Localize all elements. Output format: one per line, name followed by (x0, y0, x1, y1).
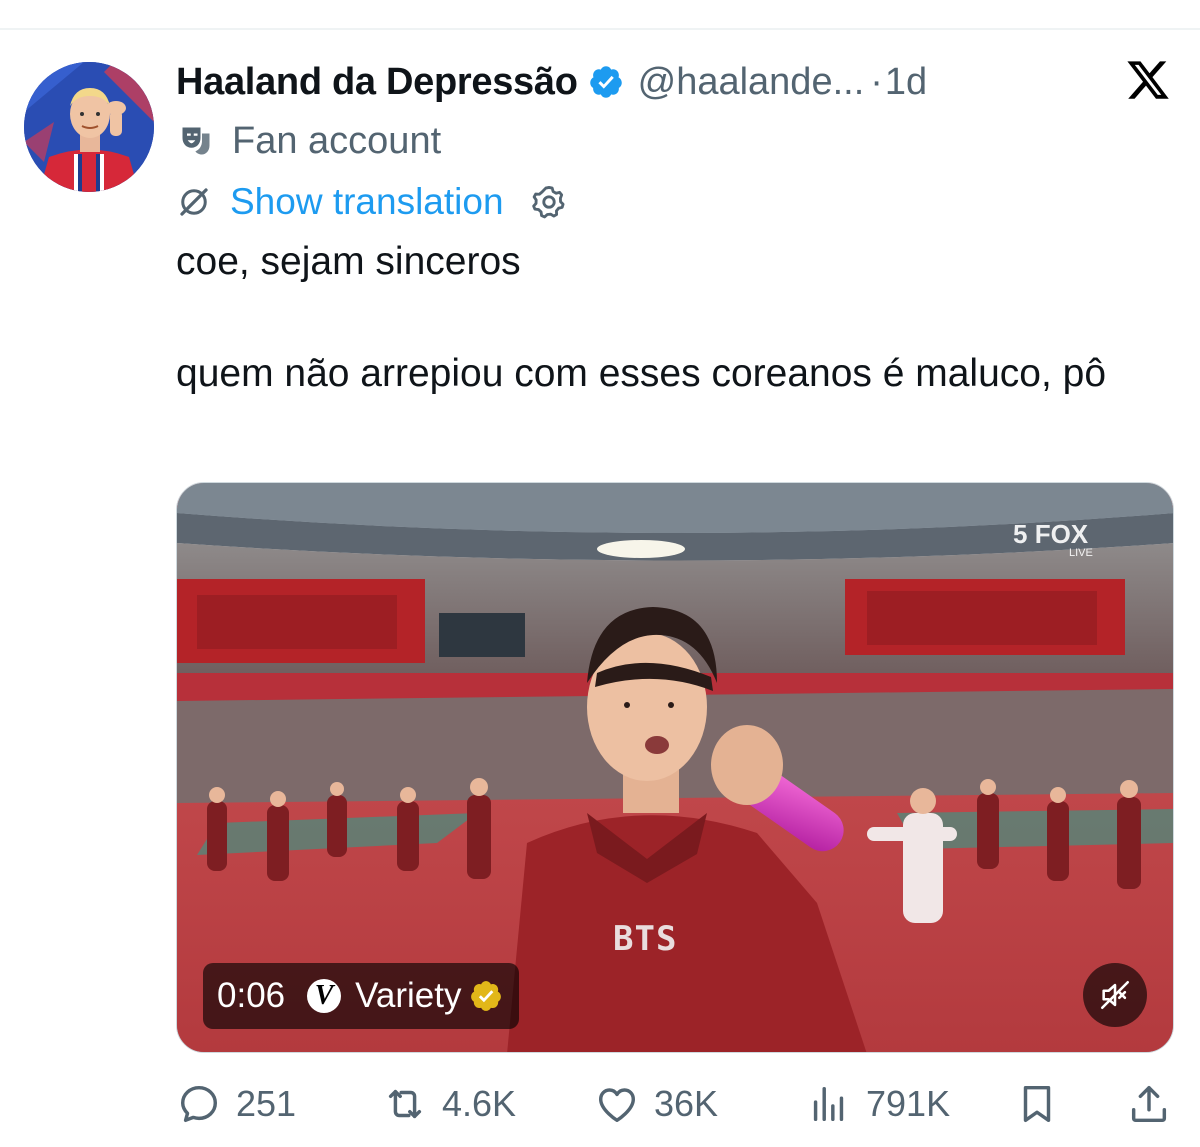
channel-live-label: LIVE (1069, 547, 1093, 559)
channel-bug: 5 FOX (1013, 519, 1088, 550)
tweet-text: coe, sejam sinceros quem não arrepiou co… (176, 240, 1107, 395)
channel-name: FOX (1034, 519, 1089, 549)
variety-logo-letter: V (314, 980, 334, 1011)
bookmark-button[interactable] (1014, 1076, 1060, 1132)
heart-icon (598, 1088, 636, 1123)
separator-dot: · (870, 60, 883, 103)
display-name[interactable]: Haaland da Depressão (176, 61, 578, 104)
action-bar: 251 4.6K 36K 791K (176, 1076, 1176, 1132)
gold-verified-icon (471, 981, 502, 1011)
mute-button[interactable] (1083, 963, 1147, 1027)
verified-badge-icon[interactable] (588, 64, 624, 100)
repost-count: 4.6K (442, 1083, 517, 1124)
handle[interactable]: @haalande... (638, 61, 865, 104)
avatar[interactable] (24, 62, 154, 192)
share-button[interactable] (1126, 1076, 1172, 1132)
like-button[interactable]: 36K (594, 1076, 718, 1132)
timestamp[interactable]: 1d (885, 61, 927, 104)
shirt-logo-text: BTS (613, 919, 678, 959)
translation-row: Show translation (176, 178, 568, 226)
bookmark-icon (1023, 1085, 1051, 1123)
avatar-image (24, 62, 154, 192)
gear-icon[interactable] (530, 183, 568, 221)
x-logo-icon (1127, 61, 1169, 99)
repost-icon (388, 1089, 422, 1119)
views-chart-icon (813, 1086, 844, 1122)
share-icon (1131, 1085, 1167, 1123)
reply-button[interactable]: 251 (176, 1076, 296, 1132)
theater-masks-icon (182, 127, 210, 155)
variety-logo-icon: V (307, 979, 342, 1013)
show-translation-link[interactable]: Show translation (230, 181, 504, 223)
like-count: 36K (654, 1083, 719, 1124)
video-player[interactable]: 5 FOX LIVE BTS 0:06 V Variety (176, 482, 1174, 1053)
channel-number: 5 (1013, 519, 1028, 549)
automated-label: Fan account (178, 116, 441, 166)
video-info-badge[interactable]: 0:06 V Variety (203, 963, 520, 1029)
fan-account-label: Fan account (232, 119, 442, 162)
tweet-header: Haaland da Depressão @haalande... · 1d (176, 56, 927, 108)
top-divider (0, 28, 1200, 30)
views-count: 791K (866, 1083, 951, 1124)
speaker-muted-icon (1100, 980, 1130, 1010)
views-button[interactable]: 791K (806, 1076, 950, 1132)
video-timestamp: 0:06 (217, 976, 286, 1015)
reply-icon (180, 1085, 218, 1123)
translate-slash-icon (180, 188, 208, 216)
video-source[interactable]: Variety (355, 976, 461, 1016)
reply-count: 251 (236, 1083, 297, 1124)
repost-button[interactable]: 4.6K (382, 1076, 516, 1132)
